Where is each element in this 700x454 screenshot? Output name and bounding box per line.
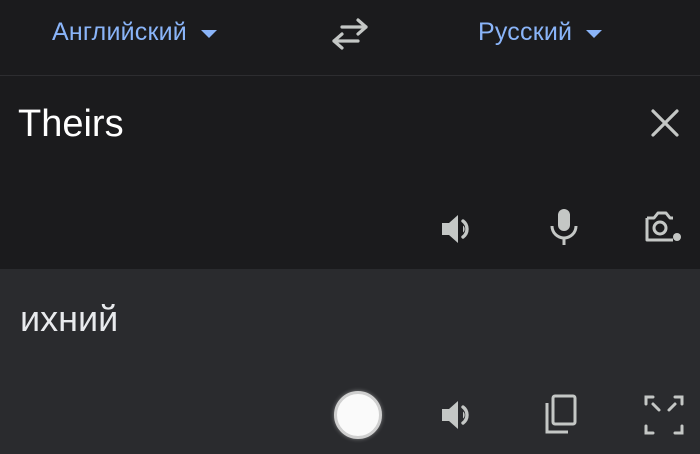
result-panel: ихний [0, 269, 700, 454]
close-icon [651, 109, 679, 137]
language-bar: Английский Русский [0, 0, 700, 76]
swap-arrows-icon [332, 18, 368, 50]
source-listen-button[interactable] [438, 207, 482, 251]
copy-icon [545, 394, 577, 434]
speaker-icon [442, 215, 469, 243]
swap-languages-button[interactable] [328, 14, 372, 54]
target-language-selector[interactable]: Русский [478, 14, 603, 50]
speaker-icon [442, 401, 469, 429]
translate-app: Английский Русский Theirs ихний [0, 0, 700, 454]
touch-indicator [334, 391, 382, 439]
fullscreen-icon [644, 395, 684, 435]
source-language-label: Английский [52, 17, 187, 46]
voice-input-button[interactable] [542, 205, 586, 249]
chevron-down-icon [200, 30, 217, 38]
translation-text: ихний [20, 298, 119, 339]
copy-translation-button[interactable] [540, 392, 584, 436]
source-language-selector[interactable]: Английский [52, 14, 217, 50]
microphone-icon [550, 209, 578, 245]
chevron-down-icon [586, 30, 603, 38]
result-listen-button[interactable] [438, 393, 482, 437]
fullscreen-button[interactable] [642, 393, 686, 437]
source-panel: Theirs [0, 76, 700, 269]
clear-text-button[interactable] [646, 104, 684, 142]
target-language-label: Русский [478, 17, 573, 46]
source-text-input[interactable]: Theirs [18, 102, 124, 146]
camera-translate-button[interactable] [640, 206, 684, 250]
camera-icon [645, 211, 681, 242]
